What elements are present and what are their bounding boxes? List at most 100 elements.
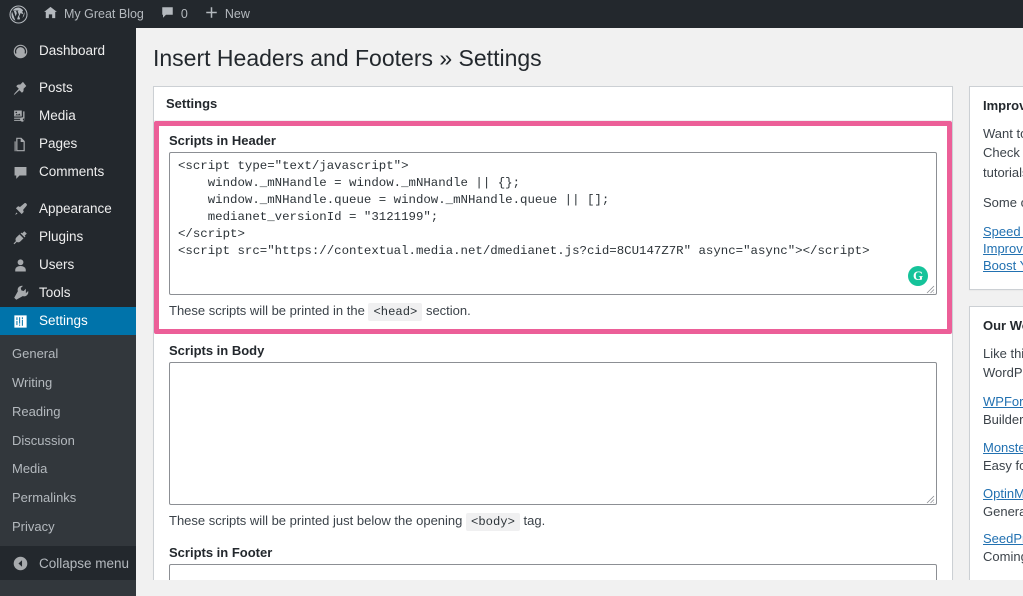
scripts-in-header-help: These scripts will be printed in the <he… [169, 301, 937, 321]
improve-panel-paragraph-2: Some of [983, 195, 1023, 211]
submenu-item-reading[interactable]: Reading [0, 398, 136, 427]
comment-bubble-icon [160, 5, 175, 23]
plugins-panel-sub-monsterinsights: Easy for [983, 457, 1023, 473]
plugins-panel-row-wpforms: WPForm Builder [983, 394, 1023, 430]
help-text-after: section. [425, 302, 471, 318]
sidebar-item-settings[interactable]: Settings [0, 307, 144, 335]
sidebar-item-label: Media [39, 108, 76, 124]
sidebar-item-label: Plugins [39, 229, 84, 245]
scripts-in-header-textarea-wrapper: G [169, 151, 937, 295]
submenu-item-discussion[interactable]: Discussion [0, 427, 136, 456]
sidebar-item-plugins[interactable]: Plugins [0, 223, 136, 251]
plugins-line-1: Like this [983, 345, 1023, 361]
admin-bar: My Great Blog 0 New [0, 0, 1023, 28]
plugins-panel-sub-optinmonster: Generati [983, 503, 1023, 519]
menu-separator [0, 186, 136, 195]
improve-panel-link-improve[interactable]: Improve [983, 241, 1023, 256]
sidebar-item-label: Users [39, 257, 75, 273]
new-label: New [224, 7, 250, 21]
sidebar-item-label: Comments [39, 164, 105, 180]
paintbrush-icon [10, 199, 30, 219]
sidebar-item-dashboard[interactable]: Dashboard [0, 37, 136, 65]
our-wordpress-plugins-panel: Our Wo Like this WordPre WPForm Builder … [969, 305, 1023, 580]
improve-panel-link-boost[interactable]: Boost Yo [983, 258, 1023, 273]
sidebar-item-label: Appearance [39, 201, 112, 217]
active-menu-arrow [136, 313, 144, 329]
sidebar-item-comments[interactable]: Comments [0, 158, 136, 186]
main-column: Settings Scripts in Header G [153, 85, 953, 580]
improve-panel-title: Improve [983, 97, 1023, 113]
sidebar-item-label: Posts [39, 80, 73, 96]
scripts-in-footer-label: Scripts in Footer [169, 545, 273, 561]
grammarly-icon[interactable]: G [908, 265, 928, 286]
columns-wrapper: Settings Scripts in Header G [136, 85, 1023, 580]
dashboard-gauge-icon [10, 41, 30, 61]
page-title: Insert Headers and Footers » Settings [153, 45, 542, 71]
plugins-panel-sub-seedprod: Coming [983, 549, 1023, 565]
plugins-panel-row-monsterinsights: MonsterI Easy for [983, 440, 1023, 476]
plugins-panel-sub-wpforms: Builder [983, 411, 1023, 427]
plugins-panel-link-monsterinsights[interactable]: MonsterI [983, 440, 1023, 455]
scripts-in-footer-group: Scripts in Footer [154, 531, 952, 580]
submenu-item-permalinks[interactable]: Permalinks [0, 484, 136, 513]
plugins-panel-link-optinmonster[interactable]: OptinMo [983, 486, 1023, 501]
menu-spacer [0, 28, 136, 37]
scripts-in-body-group: Scripts in Body These scripts will be pr… [154, 334, 952, 532]
scripts-in-body-label: Scripts in Body [169, 343, 265, 359]
plugins-panel-row-seedprod: SeedPro Coming [983, 531, 1023, 567]
scripts-in-header-highlight: Scripts in Header G These scripts will [154, 120, 952, 335]
submenu-item-privacy[interactable]: Privacy [0, 513, 136, 542]
submenu-item-writing[interactable]: Writing [0, 369, 136, 398]
comments-menu[interactable]: 0 [152, 0, 196, 28]
help-text-before: These scripts will be printed just below… [169, 513, 463, 529]
media-icon [10, 106, 30, 126]
collapse-menu-button[interactable]: Collapse menu [0, 546, 136, 580]
scripts-in-footer-input[interactable] [169, 564, 937, 580]
sidebar-item-label: Dashboard [39, 43, 106, 59]
scripts-in-body-input[interactable] [169, 362, 937, 506]
sidebar-item-appearance[interactable]: Appearance [0, 195, 136, 223]
sidebar-item-label: Settings [39, 313, 88, 329]
wordpress-logo-icon [9, 4, 28, 24]
settings-sliders-icon [10, 311, 30, 331]
submenu-item-general[interactable]: General [0, 340, 136, 369]
grammarly-letter: G [912, 268, 924, 284]
improve-line-2: Check o [983, 145, 1023, 161]
body-tag-code: <body> [466, 513, 520, 532]
settings-postbox-heading: Settings [154, 87, 952, 121]
plugins-panel-link-wpforms[interactable]: WPForm [983, 394, 1023, 409]
scripts-in-body-textarea-wrapper [169, 362, 937, 506]
wordpress-logo-menu[interactable] [0, 0, 35, 28]
improve-line-1: Want to [983, 125, 1023, 141]
scripts-in-header-input[interactable] [169, 151, 937, 295]
plugins-panel-paragraph: Like this WordPre [983, 344, 1023, 383]
improve-panel-paragraph: Want to Check o tutorials [983, 124, 1023, 183]
site-name-menu[interactable]: My Great Blog [35, 0, 152, 28]
content-area: Insert Headers and Footers » Settings Se… [136, 28, 1023, 580]
plugins-panel-link-seedprod[interactable]: SeedPro [983, 531, 1023, 546]
help-text-before: These scripts will be printed in the [169, 302, 365, 318]
sidebar-item-label: Pages [39, 136, 78, 152]
pages-icon [10, 134, 30, 154]
sidebar-item-tools[interactable]: Tools [0, 279, 136, 307]
improve-panel-link-speed-up[interactable]: Speed U [983, 224, 1023, 239]
wrench-icon [10, 283, 30, 303]
plugins-line-2: WordPre [983, 365, 1023, 381]
help-text-after: tag. [523, 513, 546, 529]
plugins-panel-row-optinmonster: OptinMo Generati [983, 486, 1023, 522]
comment-bubble-icon [10, 162, 30, 182]
site-name: My Great Blog [64, 7, 144, 21]
sidebar-item-media[interactable]: Media [0, 102, 136, 130]
submenu-item-media[interactable]: Media [0, 455, 136, 484]
sidebar-item-pages[interactable]: Pages [0, 130, 136, 158]
improve-website-panel: Improve Want to Check o tutorials Some o… [969, 85, 1023, 290]
new-content-menu[interactable]: New [196, 0, 258, 28]
plug-icon [10, 227, 30, 247]
admin-sidebar: Dashboard Posts Media Pages Comments App… [0, 28, 144, 596]
scripts-in-header-label: Scripts in Header [169, 132, 276, 148]
collapse-menu-label: Collapse menu [39, 555, 130, 571]
plugins-panel-title: Our Wo [983, 317, 1023, 333]
improve-line-3: tutorials [983, 164, 1023, 180]
sidebar-item-users[interactable]: Users [0, 251, 136, 279]
sidebar-item-posts[interactable]: Posts [0, 74, 136, 102]
